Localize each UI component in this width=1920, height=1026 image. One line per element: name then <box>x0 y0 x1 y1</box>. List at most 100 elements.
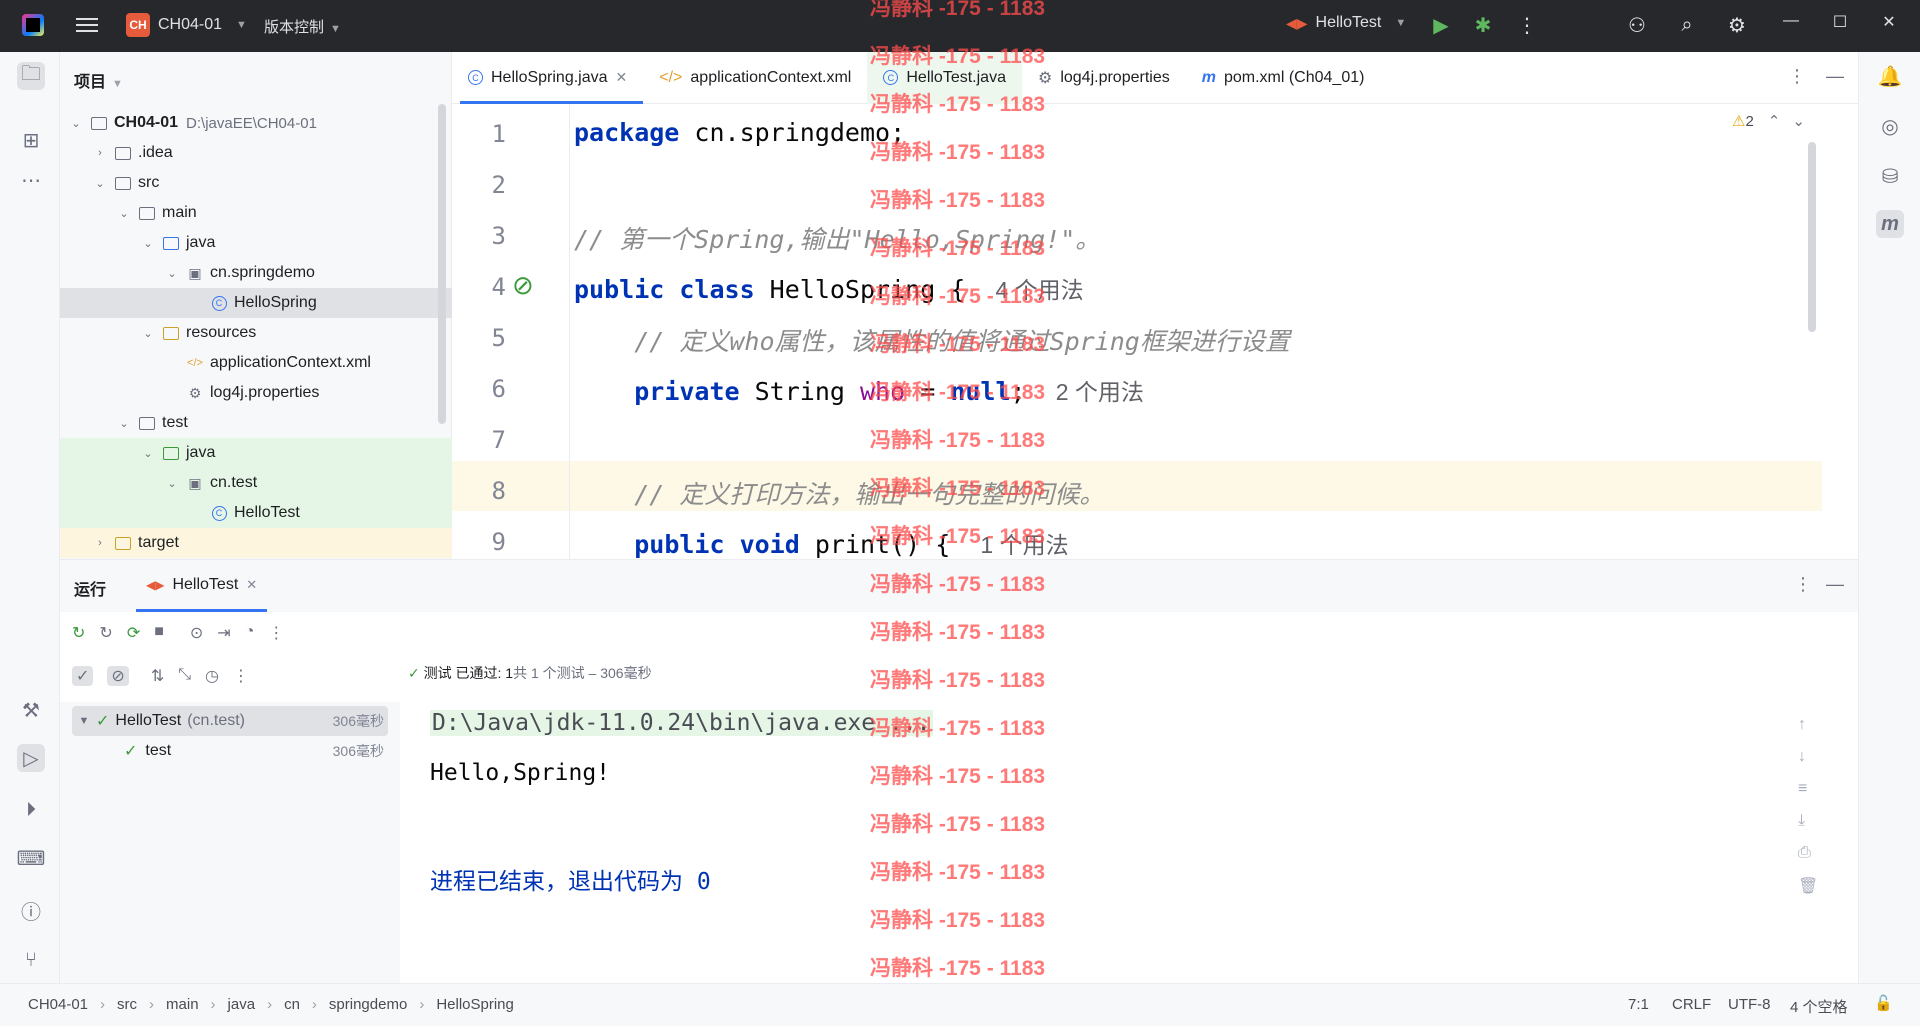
tree-item[interactable]: ⌄ test <box>60 408 452 438</box>
tree-item[interactable]: ⚙ log4j.properties <box>60 378 452 408</box>
indent-setting[interactable]: 4 个空格 <box>1790 996 1848 1017</box>
bean-gutter-icon[interactable]: ⊘ <box>512 270 534 301</box>
print-icon[interactable]: ⎙ <box>1798 844 1818 862</box>
run-options-icon[interactable]: ⋮ <box>1794 574 1812 595</box>
rerun-icon[interactable]: ↻ <box>72 623 85 643</box>
run-tab-hellotest[interactable]: ◀▶ HelloTest ✕ <box>136 560 268 612</box>
run-tool-icon[interactable]: ▷ <box>17 744 45 772</box>
vcs-menu[interactable]: 版本控制 ▼ <box>264 16 341 37</box>
maven-icon[interactable]: m <box>1876 210 1904 238</box>
git-tool-icon[interactable]: ⑂ <box>17 946 45 974</box>
tree-item[interactable]: › .idea <box>60 138 452 168</box>
maximize-window-icon[interactable]: ☐ <box>1827 12 1853 32</box>
more-icon[interactable]: ⋮ <box>233 666 249 686</box>
tab-log4j-properties[interactable]: ⚙ log4j.properties <box>1022 52 1186 104</box>
chevron-down-icon[interactable]: ⌄ <box>164 477 180 490</box>
chevron-down-icon[interactable]: ⌄ <box>140 327 156 340</box>
tree-item[interactable]: C HelloTest <box>60 498 452 528</box>
breadcrumb-item[interactable]: springdemo <box>329 996 407 1013</box>
terminal-tool-icon[interactable]: ⌨ <box>17 844 46 872</box>
breadcrumb-item[interactable]: main <box>166 996 199 1013</box>
editor-scrollbar[interactable] <box>1808 142 1816 332</box>
chevron-down-icon[interactable]: ⌄ <box>140 447 156 460</box>
console-output[interactable]: D:\Java\jdk-11.0.24\bin\java.exe ... Hel… <box>400 702 1840 984</box>
structure-tool-icon[interactable]: ⊞ <box>17 126 45 154</box>
sort-icon[interactable]: ⇅ <box>151 666 164 686</box>
down-arrow-icon[interactable]: ↓ <box>1798 748 1818 766</box>
usages-hint[interactable]: 2 个用法 <box>1056 379 1144 405</box>
run-config-selector[interactable]: ◀▶ HelloTest ▼ <box>1286 14 1406 32</box>
clear-icon[interactable]: 🗑 <box>1798 876 1818 896</box>
chevron-right-icon[interactable]: › <box>92 537 108 549</box>
project-tool-icon[interactable]: 🗀 <box>17 62 45 90</box>
services-tool-icon[interactable]: ⏵ <box>17 796 45 824</box>
run-icon[interactable]: ▶ <box>1428 12 1454 38</box>
ai-assistant-icon[interactable]: ◎ <box>1876 112 1904 140</box>
tree-item[interactable]: C HelloSpring <box>60 288 452 318</box>
tree-item[interactable]: ⌄ java <box>60 228 452 258</box>
tab-options-icon[interactable]: ⋮ <box>1788 66 1806 87</box>
tree-item[interactable]: ⌄ ▣ cn.test <box>60 468 452 498</box>
snapshot-icon[interactable]: ⊙ <box>190 623 203 643</box>
project-switcher[interactable]: CH CH04-01 ▼ <box>126 13 247 37</box>
debug-icon[interactable]: ✱ <box>1470 12 1496 38</box>
breadcrumb-item[interactable]: src <box>117 996 137 1013</box>
code-area[interactable]: package cn.springdemo; // 第一个Spring,输出"H… <box>574 104 1852 559</box>
more-icon[interactable]: ⋮ <box>268 623 284 643</box>
more-tools-icon[interactable]: ⋯ <box>17 166 45 194</box>
tree-item[interactable]: › target <box>60 528 452 558</box>
clock-icon[interactable]: ◷ <box>205 666 219 686</box>
close-tab-icon[interactable]: ✕ <box>246 577 257 593</box>
close-window-icon[interactable]: ✕ <box>1876 12 1902 32</box>
close-tab-icon[interactable]: ✕ <box>616 69 628 86</box>
minimize-editor-icon[interactable]: — <box>1826 66 1844 87</box>
rerun-auto-icon[interactable]: ⟳ <box>127 623 140 643</box>
chevron-down-icon[interactable]: ⌄ <box>92 177 108 190</box>
build-tool-icon[interactable]: ⚒ <box>17 696 45 724</box>
hide-panel-icon[interactable]: — <box>1826 574 1844 595</box>
tree-item[interactable]: ⌄ CH04-01 D:\javaEE\CH04-01 <box>60 108 452 138</box>
read-only-lock-icon[interactable]: 🔓 <box>1874 994 1893 1012</box>
tab-applicationcontext-xml[interactable]: </> applicationContext.xml <box>643 52 867 104</box>
collapse-icon[interactable]: ⤡ <box>178 666 191 686</box>
caret-position[interactable]: 7:1 <box>1628 996 1649 1013</box>
up-arrow-icon[interactable]: ↑ <box>1798 716 1818 734</box>
main-menu-icon[interactable] <box>74 14 100 36</box>
test-tree-item-test[interactable]: ✓ test 306毫秒 <box>72 736 388 766</box>
tree-item[interactable]: ⌄ src <box>60 168 452 198</box>
minimize-window-icon[interactable]: — <box>1778 12 1804 30</box>
rerun-failed-icon[interactable]: ↻ <box>99 623 112 643</box>
tree-item[interactable]: ⌄ java <box>60 438 452 468</box>
tree-item[interactable]: ⌄ resources <box>60 318 452 348</box>
tab-pom-xml[interactable]: m pom.xml (Ch04_01) <box>1186 52 1381 104</box>
add-user-icon[interactable]: ⚇ <box>1624 12 1650 38</box>
chevron-right-icon[interactable]: › <box>92 147 108 159</box>
database-icon[interactable]: ⛁ <box>1876 162 1904 190</box>
breadcrumb-item[interactable]: CH04-01 <box>28 996 88 1013</box>
test-tree-item-hellotest[interactable]: ▼ ✓ HelloTest (cn.test) 306毫秒 <box>72 706 388 736</box>
chevron-down-icon[interactable]: ⌄ <box>140 237 156 250</box>
breadcrumb-item[interactable]: java <box>228 996 256 1013</box>
more-actions-icon[interactable]: ⋮ <box>1514 12 1540 38</box>
coverage-icon[interactable]: ◔ <box>245 623 255 643</box>
search-icon[interactable]: ⌕ <box>1674 12 1700 38</box>
notifications-icon[interactable]: 🔔 <box>1876 62 1904 90</box>
stop-icon[interactable]: ■ <box>154 623 164 643</box>
tree-item[interactable]: ⌄ main <box>60 198 452 228</box>
settings-gear-icon[interactable]: ⚙ <box>1724 12 1750 38</box>
breadcrumb-item[interactable]: HelloSpring <box>436 996 514 1013</box>
scroll-to-end-icon[interactable]: ⤓ <box>1798 812 1818 830</box>
usages-hint[interactable]: 1 个用法 <box>980 532 1068 558</box>
chevron-down-icon[interactable]: ⌄ <box>116 207 132 220</box>
breadcrumb-item[interactable]: cn <box>284 996 300 1013</box>
line-separator[interactable]: CRLF <box>1672 996 1711 1013</box>
tree-item[interactable]: ⌄ ▣ cn.springdemo <box>60 258 452 288</box>
tab-hellospring-java[interactable]: C HelloSpring.java ✕ <box>452 52 644 104</box>
export-icon[interactable]: ⇥ <box>217 623 230 643</box>
file-encoding[interactable]: UTF-8 <box>1728 996 1771 1013</box>
project-tree-scrollbar[interactable] <box>438 104 446 424</box>
problems-tool-icon[interactable]: ⓘ <box>17 896 45 924</box>
soft-wrap-icon[interactable]: ≡ <box>1798 780 1818 798</box>
usages-hint[interactable]: 4 个用法 <box>995 277 1083 303</box>
project-panel-title[interactable]: 项目 ▼ <box>74 68 123 92</box>
